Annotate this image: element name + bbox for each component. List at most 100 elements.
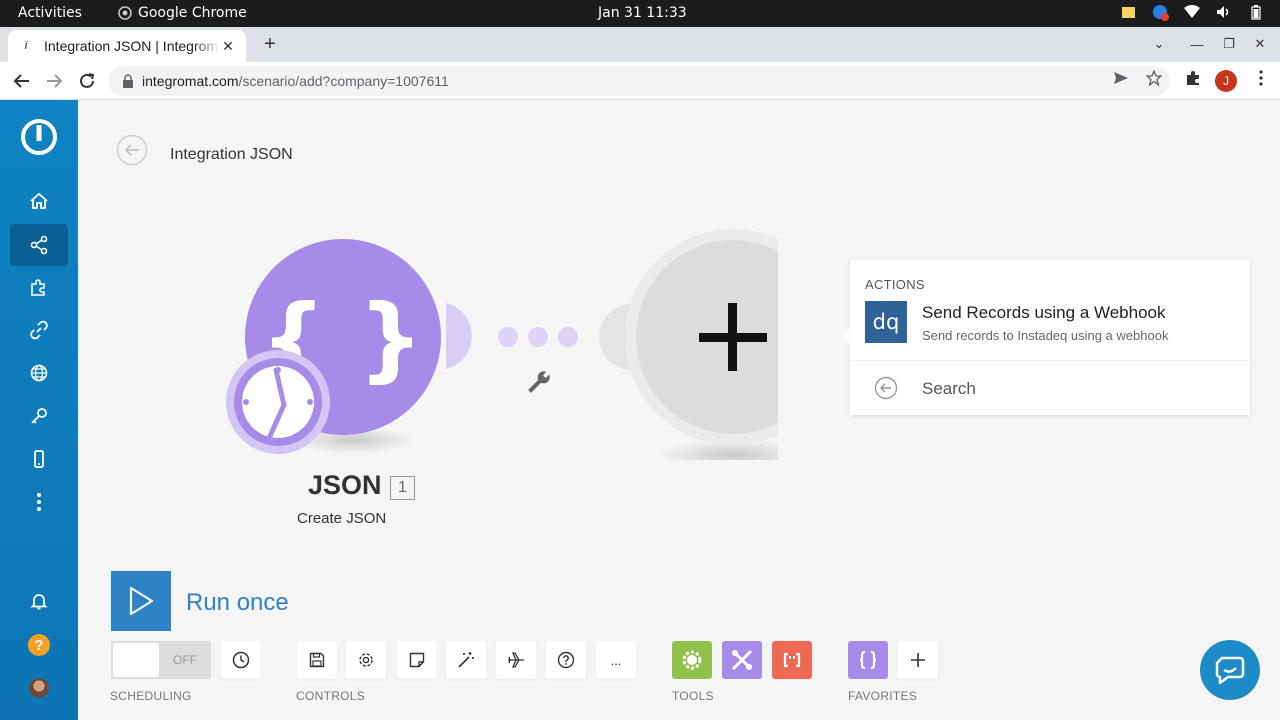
sidebar-item-home[interactable] (10, 180, 68, 222)
forward-arrow-icon[interactable] (42, 69, 66, 93)
question-icon (557, 651, 575, 669)
play-icon (129, 586, 154, 616)
chrome-app-icon (118, 6, 132, 20)
sidebar-item-connections[interactable] (10, 309, 68, 351)
text-parser-tool[interactable] (772, 641, 812, 679)
actions-popup: ACTIONS dq Send Records using a Webhook … (842, 260, 1250, 415)
minimize-icon[interactable]: — (1187, 34, 1207, 54)
save-button[interactable] (297, 641, 337, 679)
profile-avatar[interactable]: J (1215, 70, 1237, 92)
clock[interactable]: Jan 31 11:33 (598, 5, 687, 21)
favorite-json[interactable] (848, 641, 888, 679)
tools-tool[interactable] (722, 641, 762, 679)
toggle-knob (113, 643, 159, 677)
restore-icon[interactable]: ❐ (1219, 34, 1239, 54)
bookmark-star-icon[interactable] (1145, 69, 1163, 87)
tools-label: TOOLS (672, 689, 714, 703)
popup-arrow (842, 328, 850, 344)
scenario-graph: { } (226, 229, 778, 460)
url-host: integromat.com (142, 73, 239, 89)
chat-icon (1215, 656, 1245, 685)
sidebar-item-notifications[interactable] (10, 580, 68, 622)
search-modules-button[interactable]: Search (922, 379, 976, 399)
activities-button[interactable]: Activities (18, 5, 82, 21)
puzzle-icon (31, 279, 45, 296)
send-icon[interactable] (1112, 69, 1130, 87)
update-icon[interactable] (1152, 4, 1169, 21)
close-window-icon[interactable]: ✕ (1250, 34, 1270, 54)
back-arrow-icon[interactable] (10, 69, 34, 93)
module-title[interactable]: JSON (308, 470, 382, 501)
note-icon (409, 652, 425, 668)
sidebar-item-keys[interactable] (10, 395, 68, 437)
reload-icon[interactable] (75, 69, 99, 93)
magic-wand-icon (458, 652, 474, 668)
app-menu[interactable]: Google Chrome (118, 5, 247, 21)
explain-flow-button[interactable] (496, 641, 536, 679)
save-icon (309, 652, 325, 668)
info-icon: i (24, 40, 28, 52)
plus-icon (911, 653, 925, 667)
sidebar-item-scenarios[interactable] (10, 224, 68, 266)
app-sidebar: ? (0, 100, 78, 720)
run-once-label[interactable]: Run once (186, 589, 289, 617)
scenario-settings-button[interactable] (346, 641, 386, 679)
new-tab-button[interactable]: + (258, 32, 282, 56)
extensions-puzzle-icon[interactable] (1184, 69, 1202, 87)
wrench-icon[interactable] (525, 368, 553, 396)
clock-icon (232, 651, 250, 669)
help-button[interactable] (546, 641, 586, 679)
sidebar-item-more[interactable] (10, 481, 68, 523)
actions-heading: ACTIONS (865, 277, 925, 292)
volume-icon[interactable] (1216, 4, 1232, 20)
tab-integration-json[interactable]: i Integration JSON | Integromat ✕ (8, 30, 246, 62)
battery-icon[interactable] (1248, 4, 1264, 20)
scheduling-label: SCHEDULING (110, 689, 192, 703)
auto-align-button[interactable] (446, 641, 486, 679)
schedule-clock-icon[interactable] (226, 350, 330, 454)
more-button[interactable]: ... (596, 641, 636, 679)
link-icon (30, 320, 48, 340)
back-circle-icon[interactable] (874, 376, 898, 400)
notes-button[interactable] (397, 641, 437, 679)
sidebar-item-devices[interactable] (10, 438, 68, 480)
scenario-canvas[interactable]: Integration JSON { } JSON 1 Create JSON … (78, 100, 1280, 720)
gear-icon (359, 653, 373, 667)
sidebar-item-templates[interactable] (10, 266, 68, 308)
wifi-icon[interactable] (1184, 4, 1200, 20)
chrome-menu-icon[interactable] (1252, 69, 1270, 87)
tab-title: Integration JSON | Integromat (44, 38, 220, 54)
help-icon[interactable]: ? (28, 634, 50, 656)
toggle-state: OFF (173, 653, 197, 667)
flow-gear-icon (682, 650, 702, 670)
instadeq-app-icon: dq (865, 301, 907, 343)
module-id-badge: 1 (390, 476, 415, 500)
support-chat-button[interactable] (1200, 640, 1260, 700)
user-avatar[interactable] (29, 678, 49, 698)
bell-icon (30, 594, 48, 610)
system-tray[interactable] (1120, 4, 1264, 21)
scheduling-toggle[interactable]: OFF (111, 641, 211, 679)
sidebar-item-webhooks[interactable] (10, 352, 68, 394)
globe-icon (30, 364, 48, 382)
app-name: Google Chrome (138, 5, 247, 21)
route-dot (558, 327, 578, 347)
add-favorite-button[interactable] (898, 641, 938, 679)
module-subtitle: Create JSON (297, 510, 387, 527)
notes-icon[interactable] (1120, 4, 1136, 20)
schedule-settings-button[interactable] (221, 641, 261, 679)
more-vertical-icon (37, 493, 41, 511)
add-module-button[interactable] (625, 229, 778, 445)
run-once-button[interactable] (111, 571, 171, 631)
divider (850, 360, 1250, 361)
tab-search-chevron-icon[interactable]: ⌄ (1149, 34, 1169, 54)
flow-control-tool[interactable] (672, 641, 712, 679)
text-brackets-icon (783, 652, 801, 668)
address-bar[interactable]: integromat.com/scenario/add?company=1007… (108, 66, 1170, 96)
module-connector[interactable] (446, 303, 472, 369)
json-braces-icon (859, 650, 877, 670)
integromat-logo-icon[interactable] (19, 117, 59, 157)
action-title[interactable]: Send Records using a Webhook (922, 303, 1166, 323)
mobile-device-icon (34, 450, 44, 468)
tab-close-icon[interactable]: ✕ (220, 38, 236, 54)
